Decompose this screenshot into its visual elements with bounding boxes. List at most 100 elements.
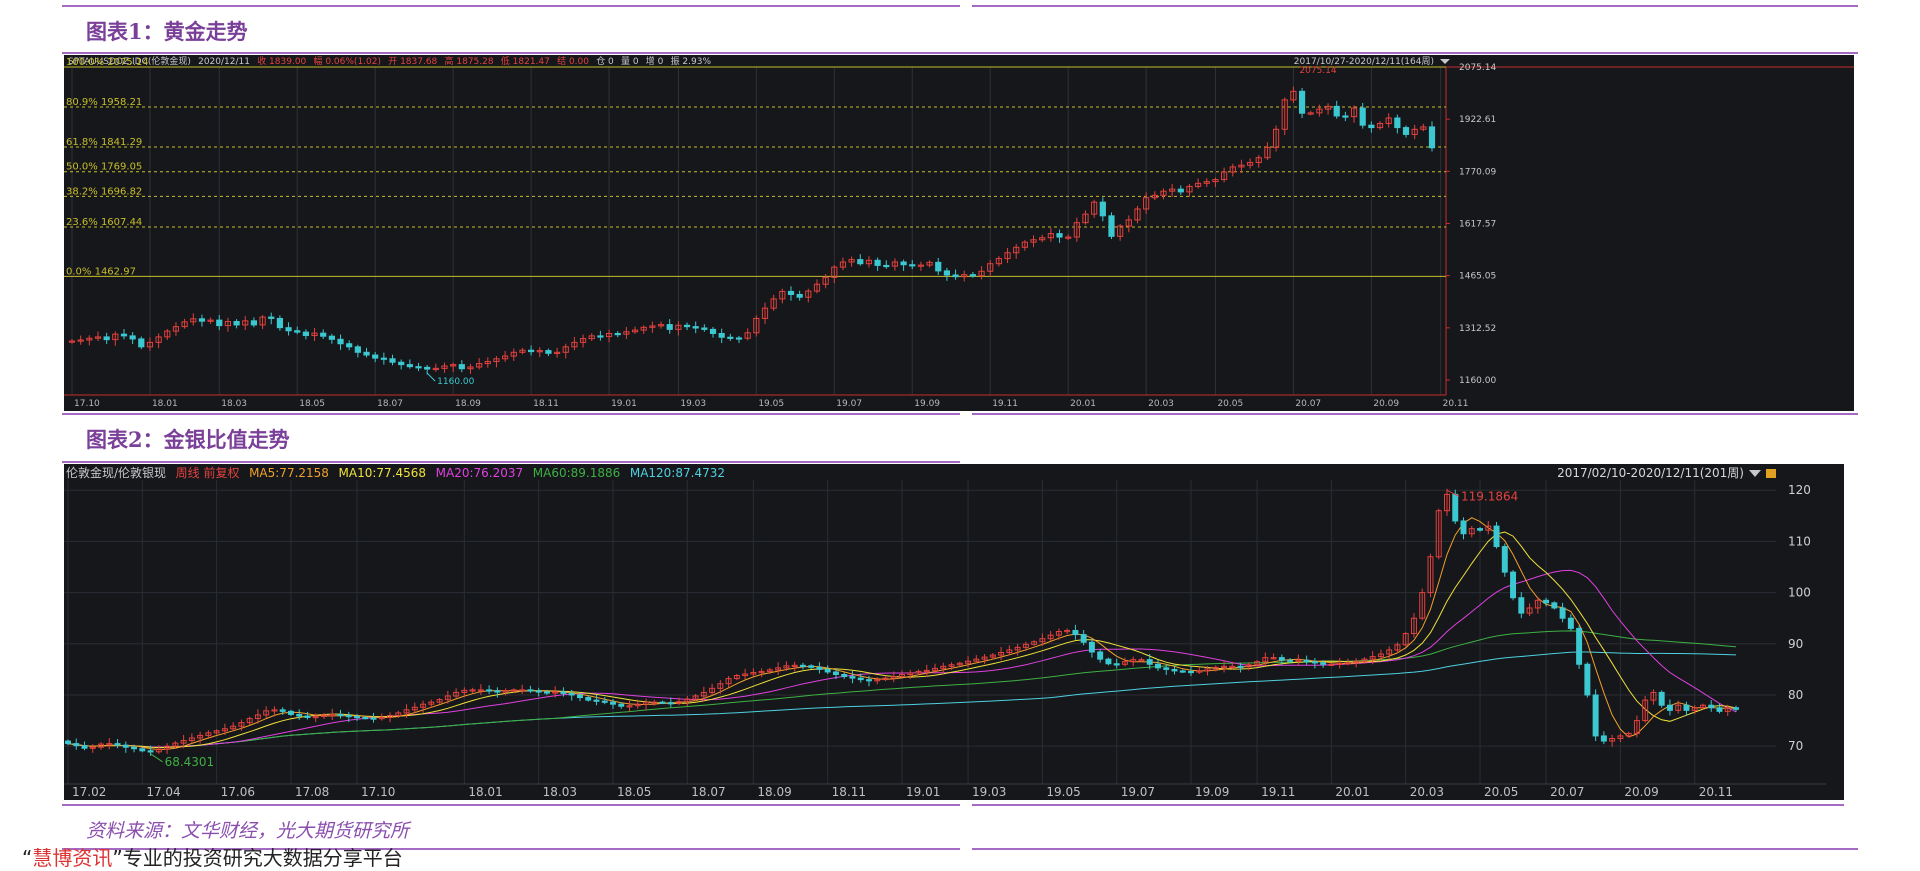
candle-down [354, 346, 361, 353]
header-item: 高 1875.28 [445, 55, 494, 67]
x-tick-label: 19.11 [992, 399, 1018, 409]
x-tick-label: 20.01 [1070, 399, 1096, 409]
x-tick-label: 19.03 [972, 785, 1006, 799]
x-tick-label: 19.03 [680, 399, 706, 409]
x-tick-label: 19.09 [914, 399, 940, 409]
min-annotation-pointer [426, 372, 436, 382]
candle-down [122, 744, 129, 748]
y-tick-label: 1770.09 [1459, 167, 1496, 177]
candle-down [666, 324, 673, 330]
candle-down [370, 717, 377, 720]
candle-down [618, 703, 625, 707]
x-tick-label: 18.11 [533, 399, 559, 409]
candle-down [1559, 607, 1566, 619]
chart1-bottom-rule-left [62, 413, 960, 415]
candle-down [1311, 661, 1318, 664]
min-annotation: 1160.00 [437, 377, 474, 387]
x-tick-label: 18.01 [152, 399, 178, 409]
x-tick-label: 18.09 [455, 399, 481, 409]
candle-down [865, 679, 872, 682]
candle-down [1108, 215, 1115, 237]
candle-down [1163, 667, 1170, 670]
candle-down [585, 697, 592, 701]
candle-down [1658, 691, 1665, 706]
gold-price-chart: SPTAUUSDOZ.IDC(伦敦金现) 2020/12/11 收 1839.00 幅… [64, 55, 1854, 409]
x-tick-label: 17.04 [146, 785, 180, 799]
candle-down [874, 259, 881, 266]
x-tick-label: 18.01 [468, 785, 502, 799]
header-item: 开 1837.68 [388, 56, 437, 67]
candle-down [952, 274, 959, 278]
candle-down [1584, 663, 1591, 696]
candle-down [73, 743, 80, 747]
candle-down [735, 337, 743, 340]
header-item: 低 1821.47 [501, 55, 550, 67]
candle-down [415, 366, 422, 369]
candle-down [1493, 525, 1500, 548]
candle-down [560, 691, 567, 694]
candle-down [528, 349, 535, 353]
x-tick-label: 18.03 [543, 785, 577, 799]
candle-down [114, 743, 121, 746]
candle-down [1188, 670, 1194, 674]
candle-down [1576, 627, 1583, 665]
candle-down [302, 331, 309, 337]
dropdown-triangle-icon [1440, 59, 1450, 64]
x-tick-label: 20.01 [1335, 785, 1369, 799]
candle-down [1320, 662, 1327, 665]
candle-down [659, 701, 666, 704]
candle-down [1708, 704, 1715, 709]
header-item: 收 1839.00 [257, 55, 306, 67]
candle-down [1072, 629, 1079, 636]
candle-down [841, 674, 848, 678]
candle-down [832, 671, 839, 676]
candle-down [103, 336, 110, 341]
max-annotation: 119.1864 [1461, 489, 1518, 503]
chart1-top-rule [62, 52, 1858, 54]
gold-silver-ratio-panel: 伦敦金现/伦敦银现 周线 前复权 MA5:77.2158 MA10:77.4568 MA… [64, 464, 1844, 800]
fib-level-label: 38.2% 1696.82 [66, 186, 142, 197]
x-tick-label: 20.05 [1217, 399, 1243, 409]
candle-down [543, 691, 550, 694]
x-tick-label: 18.05 [299, 399, 325, 409]
candle-down [139, 748, 146, 752]
candle-down [337, 713, 344, 717]
candle-down [250, 320, 258, 326]
candle-down [849, 676, 856, 679]
candle-down [667, 702, 674, 705]
candle-down [296, 713, 303, 717]
candle-down [198, 318, 206, 322]
candle-down [147, 750, 154, 753]
candle-down [494, 690, 501, 693]
candle-down [81, 745, 88, 749]
min-annotation-pointer [150, 753, 163, 763]
candle-down [276, 317, 283, 329]
x-tick-label: 17.10 [361, 785, 395, 799]
source-rule-right [972, 848, 1858, 850]
x-tick-label: 20.11 [1699, 785, 1733, 799]
candle-down [1501, 546, 1508, 573]
candle-down [1099, 201, 1106, 217]
fib-level-label: 61.8% 1841.29 [66, 137, 142, 148]
candle-down [1171, 668, 1178, 672]
x-tick-label: 17.06 [221, 785, 255, 799]
candle-down [131, 746, 138, 750]
candle-down [883, 264, 890, 268]
x-tick-label: 19.05 [758, 399, 784, 409]
candle-down [362, 717, 369, 720]
candle-down [1237, 665, 1244, 669]
candle-down [1460, 520, 1467, 535]
candle-down [1303, 659, 1310, 663]
candle-down [1716, 707, 1723, 712]
y-tick-label: 1312.52 [1459, 324, 1496, 334]
y-tick-label: 2075.14 [1459, 63, 1496, 73]
x-tick-label: 18.07 [377, 399, 403, 409]
candle-down [1394, 117, 1401, 129]
candle-down [1056, 233, 1063, 238]
candle-down [363, 351, 370, 356]
x-tick-label: 19.01 [906, 785, 940, 799]
candle-down [1105, 658, 1112, 665]
candle-down [216, 319, 223, 327]
candle-down [808, 665, 815, 668]
chart-header-info: 伦敦金现/伦敦银现 周线 前复权 MA5:77.2158 MA10:77.4568 MA… [66, 465, 725, 480]
